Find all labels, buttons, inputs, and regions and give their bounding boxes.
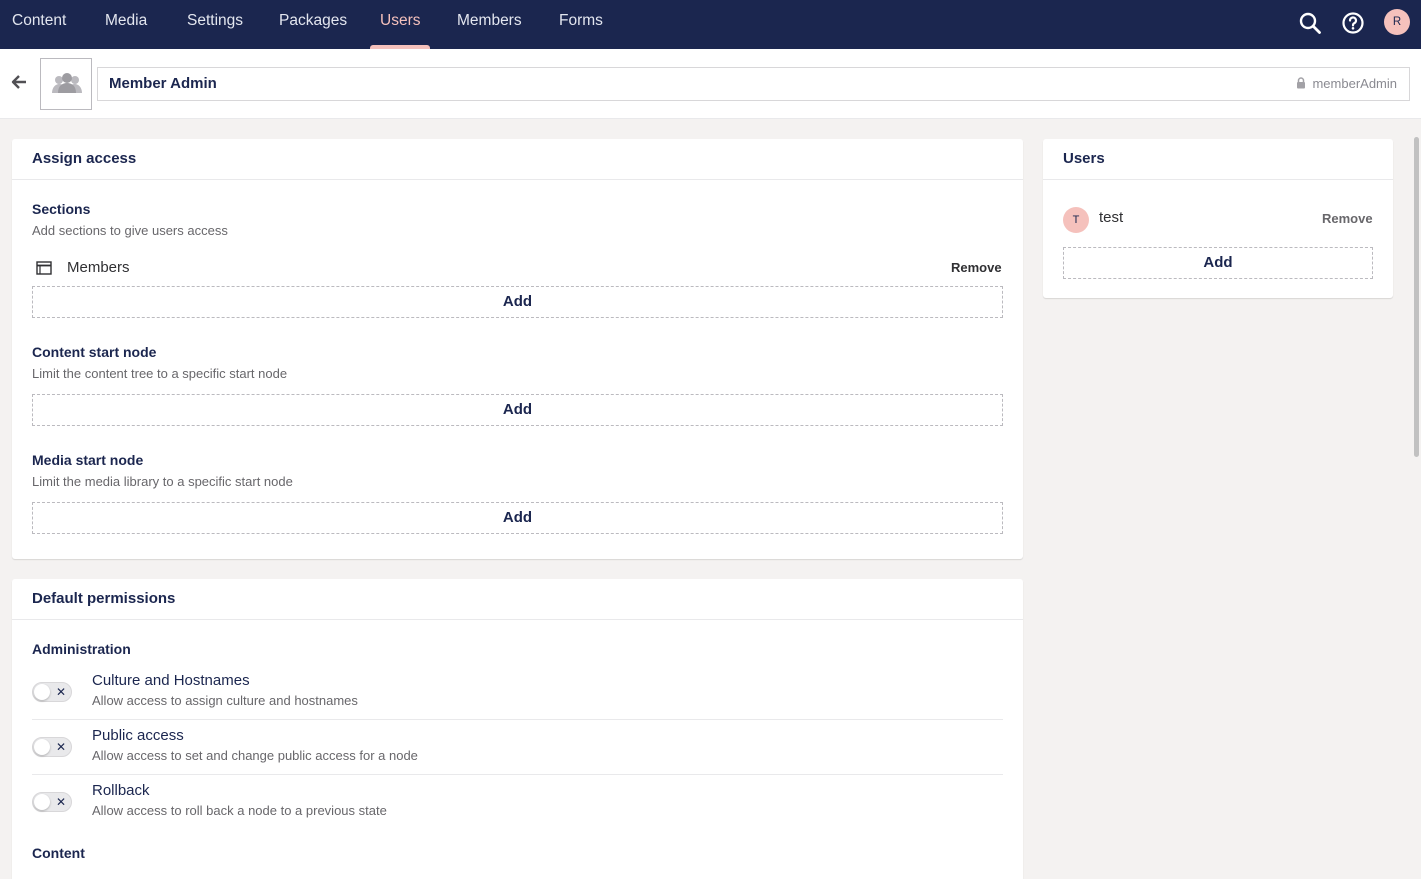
- section-window-icon: [36, 261, 52, 275]
- nav-item-users[interactable]: Users: [369, 0, 432, 49]
- permission-desc-rollback: Allow access to roll back a node to a pr…: [92, 803, 387, 818]
- scrollbar-thumb[interactable]: [1414, 137, 1419, 457]
- help-icon[interactable]: [1341, 11, 1365, 35]
- back-arrow-icon[interactable]: [10, 73, 28, 91]
- default-permissions-box: Default permissions Administration ✕ Cul…: [12, 579, 1023, 879]
- toggle-knob: [34, 684, 50, 700]
- default-permissions-header: Default permissions: [12, 579, 1023, 620]
- permission-group-administration: Administration: [32, 641, 131, 657]
- remove-user-button[interactable]: Remove: [1322, 211, 1373, 226]
- add-section-button[interactable]: Add: [32, 286, 1003, 318]
- group-name-input[interactable]: Member Admin memberAdmin: [97, 67, 1410, 101]
- nav-item-media[interactable]: Media: [105, 0, 147, 49]
- user-name[interactable]: test: [1099, 209, 1123, 226]
- toggle-off-icon: ✕: [56, 740, 67, 754]
- section-item-members: Members: [67, 259, 130, 276]
- toggle-knob: [34, 794, 50, 810]
- toggle-off-icon: ✕: [56, 795, 67, 809]
- group-icon-picker[interactable]: [40, 58, 92, 110]
- nav-item-members[interactable]: Members: [457, 0, 522, 49]
- content-start-node-description: Limit the content tree to a specific sta…: [32, 366, 288, 381]
- permission-group-content: Content: [32, 845, 85, 861]
- user-group-icon: [52, 73, 82, 93]
- add-user-button[interactable]: Add: [1063, 247, 1373, 279]
- add-content-start-node-button[interactable]: Add: [32, 394, 1003, 426]
- lock-icon[interactable]: [1296, 77, 1306, 89]
- media-start-node-label: Media start node: [32, 452, 144, 468]
- nav-item-content[interactable]: Content: [12, 0, 66, 49]
- toggle-culture-hostnames[interactable]: ✕: [32, 682, 72, 702]
- alias-text: memberAdmin: [1312, 76, 1397, 91]
- toggle-public-access[interactable]: ✕: [32, 737, 72, 757]
- permission-divider: [32, 774, 1003, 775]
- group-name-value: Member Admin: [109, 75, 217, 92]
- assign-access-header: Assign access: [12, 139, 1023, 180]
- permission-desc-public-access: Allow access to set and change public ac…: [92, 748, 418, 763]
- default-permissions-title: Default permissions: [32, 590, 176, 607]
- add-media-start-node-button[interactable]: Add: [32, 502, 1003, 534]
- sections-label: Sections: [32, 201, 91, 217]
- media-start-node-description: Limit the media library to a specific st…: [32, 474, 293, 489]
- remove-section-button[interactable]: Remove: [951, 260, 1002, 275]
- content-start-node-label: Content start node: [32, 344, 157, 360]
- top-navigation: Content Media Settings Packages Users Me…: [0, 0, 1421, 49]
- permission-desc-culture-hostnames: Allow access to assign culture and hostn…: [92, 693, 358, 708]
- users-title: Users: [1063, 150, 1105, 167]
- assign-access-title: Assign access: [32, 150, 137, 167]
- users-header: Users: [1043, 139, 1393, 180]
- permission-name-rollback: Rollback: [92, 782, 150, 799]
- assign-access-box: Assign access Sections Add sections to g…: [12, 139, 1023, 559]
- group-alias[interactable]: memberAdmin: [1296, 68, 1397, 100]
- toggle-knob: [34, 739, 50, 755]
- sections-description: Add sections to give users access: [32, 223, 228, 238]
- nav-item-packages[interactable]: Packages: [279, 0, 347, 49]
- nav-item-settings[interactable]: Settings: [187, 0, 243, 49]
- nav-item-forms[interactable]: Forms: [559, 0, 603, 49]
- permission-name-culture-hostnames: Culture and Hostnames: [92, 672, 250, 689]
- toggle-off-icon: ✕: [56, 685, 67, 699]
- toggle-rollback[interactable]: ✕: [32, 792, 72, 812]
- users-box: Users T test Remove Add: [1043, 139, 1393, 298]
- user-avatar: T: [1063, 207, 1089, 233]
- current-user-avatar[interactable]: R: [1384, 9, 1410, 35]
- search-icon[interactable]: [1298, 11, 1322, 35]
- permission-divider: [32, 719, 1003, 720]
- permission-name-public-access: Public access: [92, 727, 184, 744]
- editor-header: Member Admin memberAdmin: [0, 49, 1421, 119]
